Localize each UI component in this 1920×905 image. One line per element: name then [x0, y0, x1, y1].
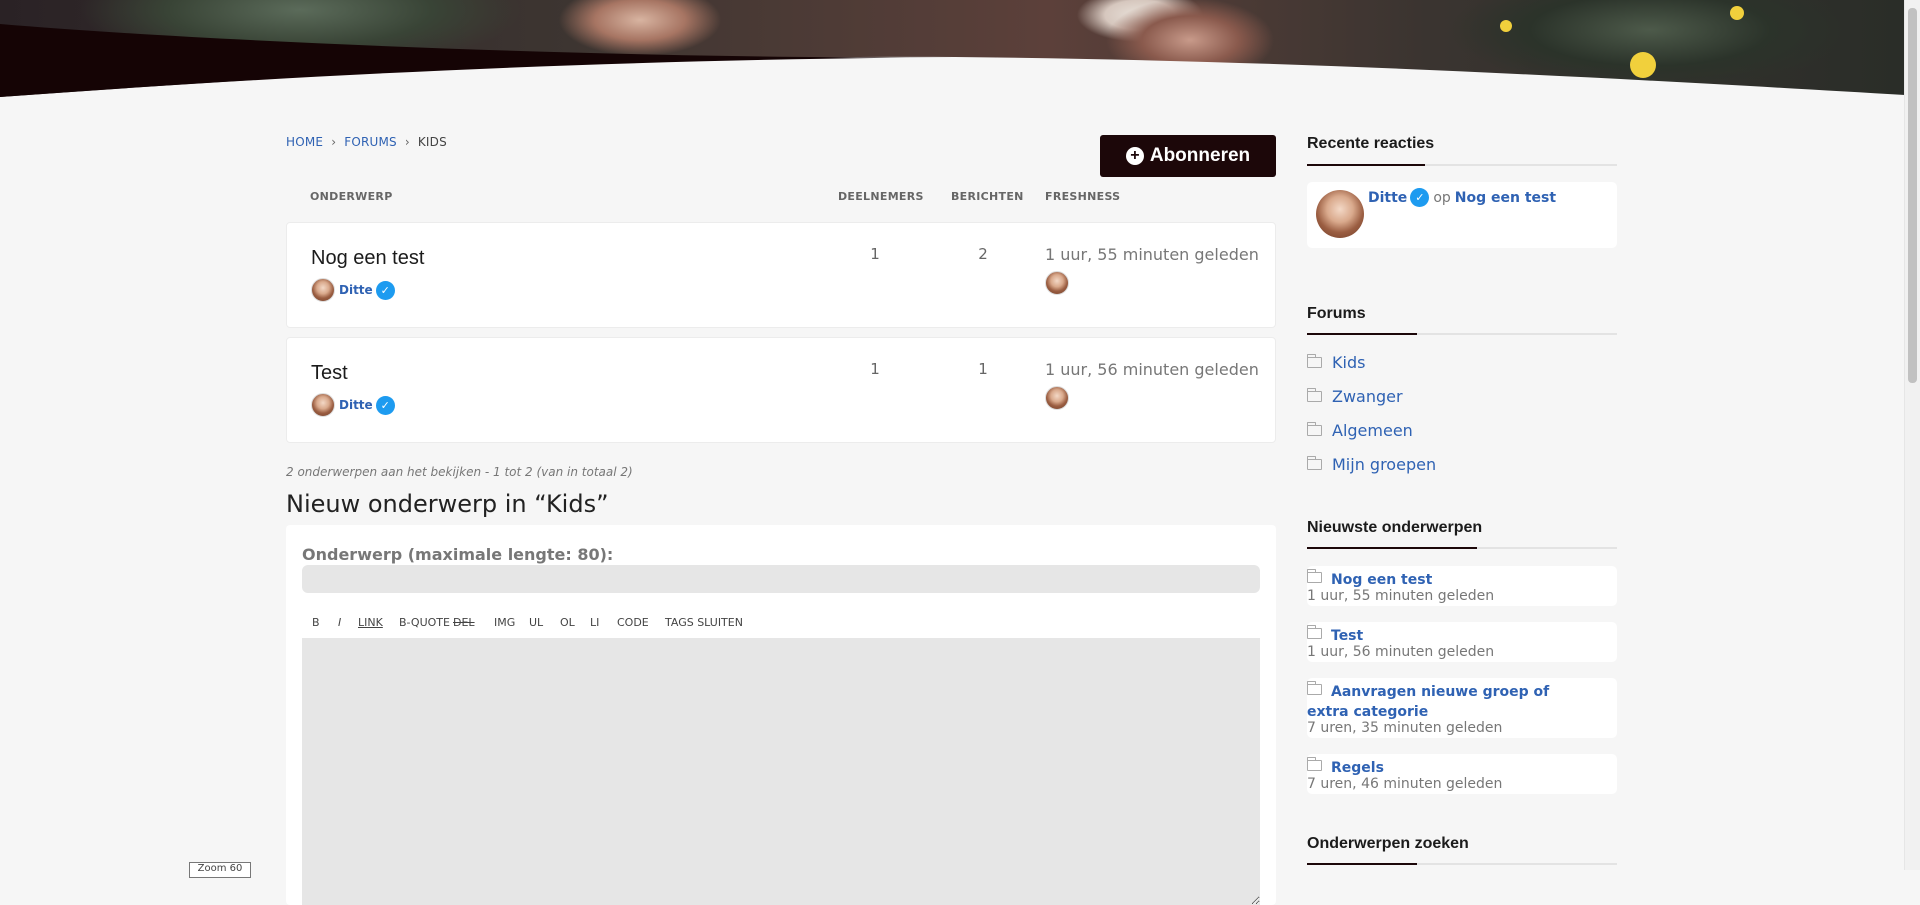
link-button[interactable]: LINK — [358, 616, 383, 629]
verified-check-icon: ✓ — [375, 395, 395, 415]
posts-count: 2 — [978, 245, 988, 263]
forum-label[interactable]: Kids — [1332, 353, 1365, 372]
breadcrumb-home[interactable]: HOME — [286, 135, 323, 149]
new-topic-form: Onderwerp (maximale lengte: 80): B I LIN… — [286, 525, 1276, 905]
zoom-indicator: Zoom 60 — [189, 862, 251, 878]
freshness-link[interactable]: 1 uur, 55 minuten geleden — [1045, 245, 1259, 264]
forum-label[interactable]: Mijn groepen — [1332, 455, 1436, 474]
breadcrumb-separator: › — [331, 135, 337, 149]
latest-topic-time: 1 uur, 56 minuten geleden — [1307, 644, 1495, 660]
img-button[interactable]: IMG — [494, 616, 515, 629]
breadcrumb-current: KIDS — [417, 135, 447, 149]
recent-reply-connector: op — [1433, 189, 1451, 206]
search-topics-title: Onderwerpen zoeken — [1307, 835, 1469, 852]
folder-icon — [1307, 456, 1322, 470]
latest-topic-item[interactable]: Test 1 uur, 56 minuten geleden — [1307, 622, 1617, 662]
ol-button[interactable]: OL — [560, 616, 575, 629]
col-topic: ONDERWERP — [310, 190, 393, 203]
latest-topic-time: 7 uren, 35 minuten geleden — [1307, 720, 1503, 736]
freshness-link[interactable]: 1 uur, 56 minuten geleden — [1045, 360, 1259, 379]
latest-topic-item[interactable]: Nog een test 1 uur, 55 minuten geleden — [1307, 566, 1617, 606]
body-textarea[interactable] — [302, 638, 1260, 905]
folder-icon — [1307, 388, 1322, 402]
topic-title-link[interactable]: Test — [311, 362, 348, 385]
folder-icon — [1307, 422, 1322, 436]
participants-count: 1 — [870, 245, 880, 263]
subject-input[interactable] — [302, 565, 1260, 593]
avatar[interactable] — [1045, 271, 1069, 295]
verified-check-icon: ✓ — [375, 280, 395, 300]
recent-reply-author[interactable]: Ditte — [1368, 190, 1407, 206]
subject-label: Onderwerp (maximale lengte: 80): — [302, 545, 614, 564]
latest-topic-item[interactable]: Regels 7 uren, 46 minuten geleden — [1307, 754, 1617, 794]
topic-row[interactable]: Test Ditte ✓ 1 1 1 uur, 56 minuten geled… — [286, 337, 1276, 443]
widget-divider — [1307, 863, 1617, 865]
recent-reply-topic[interactable]: Nog een test — [1455, 190, 1556, 206]
scrollbar-thumb[interactable] — [1908, 8, 1917, 383]
folder-icon — [1307, 757, 1322, 771]
pagination-count: 2 onderwerpen aan het bekijken - 1 tot 2… — [286, 465, 633, 479]
avatar[interactable] — [311, 278, 335, 302]
topic-author[interactable]: Ditte ✓ — [311, 393, 395, 417]
recent-reply-card: Ditte ✓ op Nog een test — [1307, 182, 1617, 248]
recent-reply-text: Ditte ✓ op Nog een test — [1368, 188, 1556, 207]
participants-count: 1 — [870, 360, 880, 378]
breadcrumb: HOME › FORUMS › KIDS — [286, 135, 447, 149]
subscribe-button[interactable]: + Abonneren — [1100, 135, 1276, 177]
latest-topic-item[interactable]: Aanvragen nieuwe groep of extra categori… — [1307, 678, 1617, 738]
forums-title: Forums — [1307, 305, 1366, 322]
bold-button[interactable]: B — [312, 616, 320, 629]
verified-check-icon: ✓ — [1410, 188, 1430, 207]
latest-topic-title[interactable]: Regels — [1331, 758, 1601, 778]
avatar[interactable] — [1316, 190, 1364, 238]
latest-topic-time: 7 uren, 46 minuten geleden — [1307, 776, 1503, 792]
hero-curve — [0, 0, 1905, 100]
folder-icon — [1307, 625, 1322, 639]
subscribe-label: Abonneren — [1149, 145, 1251, 166]
del-button[interactable]: DEL — [453, 616, 475, 629]
topic-row[interactable]: Nog een test Ditte ✓ 1 2 1 uur, 55 minut… — [286, 222, 1276, 328]
li-button[interactable]: LI — [590, 616, 599, 629]
latest-topic-title[interactable]: Nog een test — [1331, 570, 1601, 590]
freshness-avatar[interactable] — [1045, 386, 1069, 410]
blockquote-button[interactable]: B-QUOTE — [399, 616, 450, 629]
page-scrollbar[interactable] — [1904, 0, 1920, 870]
topic-author[interactable]: Ditte ✓ — [311, 278, 395, 302]
author-name[interactable]: Ditte — [339, 398, 373, 412]
latest-topic-title[interactable]: Test — [1331, 626, 1601, 646]
hero-banner — [0, 0, 1905, 100]
latest-topics-title: Nieuwste onderwerpen — [1307, 519, 1483, 536]
col-participants: DEELNEMERS — [838, 190, 924, 203]
col-freshness: FRESHNESS — [1045, 190, 1121, 203]
plus-circle-icon: + — [1125, 147, 1144, 165]
forum-link-mijn-groepen[interactable]: Mijn groepen — [1307, 455, 1436, 474]
italic-button[interactable]: I — [338, 616, 341, 629]
latest-topic-title[interactable]: Aanvragen nieuwe groep of extra categori… — [1307, 682, 1577, 722]
ul-button[interactable]: UL — [529, 616, 543, 629]
widget-divider — [1307, 164, 1617, 166]
topic-title-link[interactable]: Nog een test — [311, 247, 424, 270]
widget-divider — [1307, 547, 1617, 549]
forum-link-zwanger[interactable]: Zwanger — [1307, 387, 1403, 406]
close-tags-button[interactable]: TAGS SLUITEN — [665, 616, 743, 629]
forum-label[interactable]: Algemeen — [1332, 421, 1413, 440]
avatar[interactable] — [311, 393, 335, 417]
breadcrumb-forums[interactable]: FORUMS — [344, 135, 397, 149]
folder-icon — [1307, 354, 1322, 368]
forum-link-algemeen[interactable]: Algemeen — [1307, 421, 1413, 440]
forum-link-kids[interactable]: Kids — [1307, 353, 1365, 372]
freshness-avatar[interactable] — [1045, 271, 1069, 295]
widget-divider — [1307, 333, 1617, 335]
avatar[interactable] — [1045, 386, 1069, 410]
folder-icon — [1307, 569, 1322, 583]
posts-count: 1 — [978, 360, 988, 378]
breadcrumb-separator: › — [404, 135, 410, 149]
latest-topic-time: 1 uur, 55 minuten geleden — [1307, 588, 1495, 604]
recent-replies-title: Recente reacties — [1307, 135, 1435, 152]
author-name[interactable]: Ditte — [339, 283, 373, 297]
new-topic-heading: Nieuw onderwerp in “Kids” — [286, 490, 609, 518]
forum-label[interactable]: Zwanger — [1332, 387, 1403, 406]
col-posts: BERICHTEN — [951, 190, 1024, 203]
code-button[interactable]: CODE — [617, 616, 649, 629]
